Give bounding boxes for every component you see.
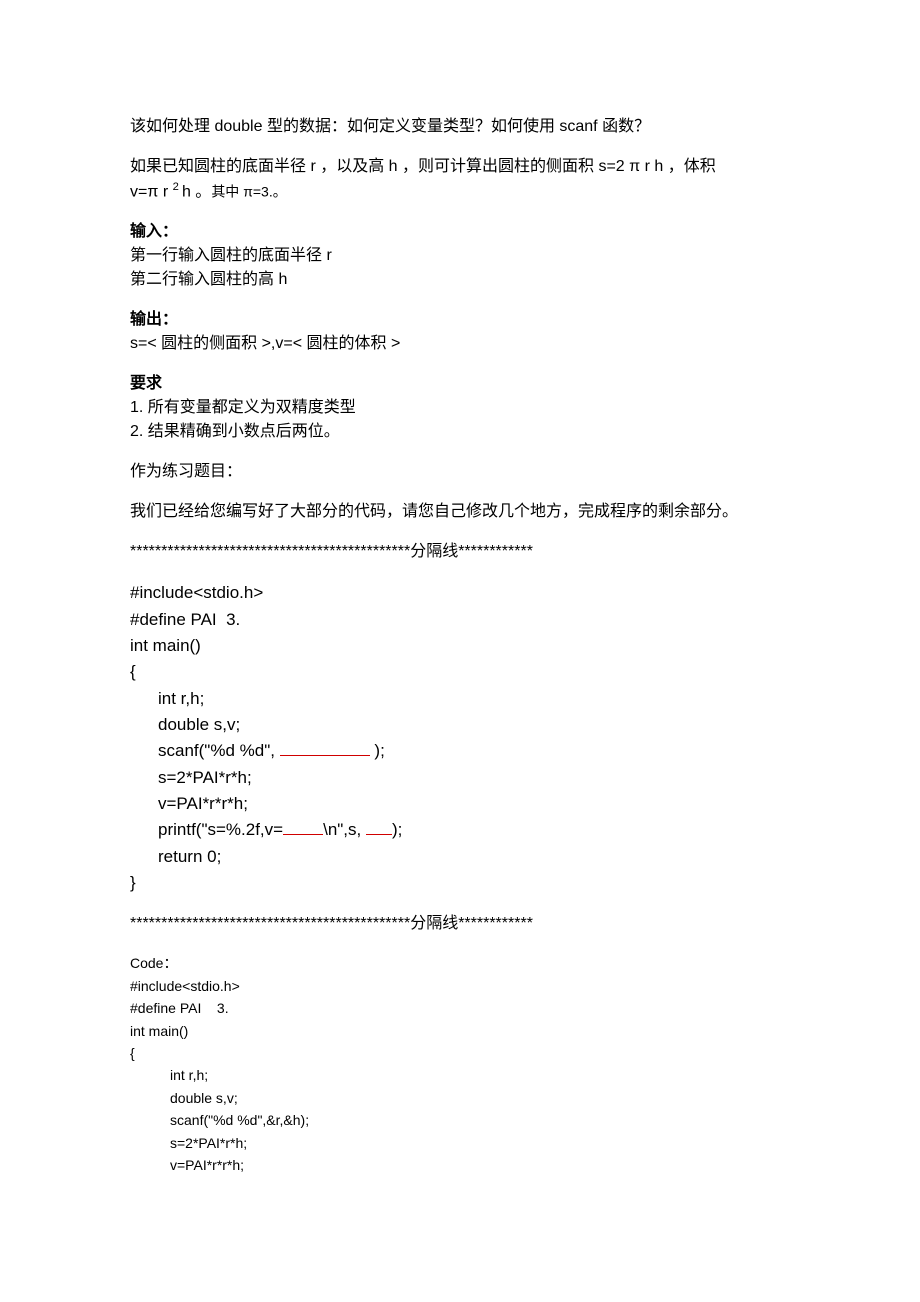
fill-blank	[280, 739, 370, 756]
code-line: #define PAI 3.	[130, 997, 820, 1019]
code-line: s=2*PAI*r*h;	[130, 1132, 820, 1154]
code-line: return 0;	[130, 844, 820, 870]
code-solution: Code： #include<stdio.h> #define PAI 3. i…	[130, 952, 820, 1176]
hint-text: 我们已经给您编写好了大部分的代码，请您自己修改几个地方，完成程序的剩余部分。	[130, 500, 820, 524]
code-line: }	[130, 870, 820, 896]
code-line: int main()	[130, 633, 820, 659]
code-line: #include<stdio.h>	[130, 580, 820, 606]
req-label: 要求	[130, 372, 820, 396]
output-section: 输出： s=< 圆柱的侧面积 >,v=< 圆柱的体积 >	[130, 308, 820, 356]
output-line1: s=< 圆柱的侧面积 >,v=< 圆柱的体积 >	[130, 332, 820, 356]
input-line1: 第一行输入圆柱的底面半径 r	[130, 244, 820, 268]
problem-line1: 如果已知圆柱的底面半径 r ，以及高 h ，则可计算出圆柱的侧面积 s=2 π …	[130, 155, 820, 179]
code-line: scanf("%d %d",&r,&h);	[130, 1109, 820, 1131]
formula-mid: h 。	[182, 183, 211, 200]
input-section: 输入： 第一行输入圆柱的底面半径 r 第二行输入圆柱的高 h	[130, 220, 820, 292]
code-line: v=PAI*r*r*h;	[130, 791, 820, 817]
code-line: scanf("%d %d", );	[130, 738, 820, 764]
input-line2: 第二行输入圆柱的高 h	[130, 268, 820, 292]
fill-blank	[366, 818, 392, 835]
code-text: printf("s=%.2f,v=	[158, 820, 283, 839]
input-label: 输入：	[130, 220, 820, 244]
code-text: );	[392, 820, 402, 839]
output-label: 输出：	[130, 308, 820, 332]
pi-note: 其中 π=3.。	[211, 183, 286, 199]
code-line: s=2*PAI*r*h;	[130, 765, 820, 791]
req-line2: 2. 结果精确到小数点后两位。	[130, 420, 820, 444]
code-template: #include<stdio.h> #define PAI 3. int mai…	[130, 580, 820, 896]
formula-pre: v=π r	[130, 183, 173, 200]
code-line: {	[130, 1042, 820, 1064]
code-line: int r,h;	[130, 686, 820, 712]
code-line: int r,h;	[130, 1064, 820, 1086]
code-text: scanf("%d %d",	[158, 741, 280, 760]
req-line1: 1. 所有变量都定义为双精度类型	[130, 396, 820, 420]
code-line: double s,v;	[130, 712, 820, 738]
code-line: printf("s=%.2f,v= \n",s, );	[130, 817, 820, 843]
code-line: v=PAI*r*r*h;	[130, 1154, 820, 1176]
code-line: double s,v;	[130, 1087, 820, 1109]
code-label: Code：	[130, 952, 820, 974]
problem-line2: v=π r 2 h 。其中 π=3.。	[130, 179, 820, 204]
requirements-section: 要求 1. 所有变量都定义为双精度类型 2. 结果精确到小数点后两位。	[130, 372, 820, 444]
code-line: #include<stdio.h>	[130, 975, 820, 997]
code-text: );	[370, 741, 385, 760]
divider-bottom: ****************************************…	[130, 912, 820, 936]
code-line: {	[130, 659, 820, 685]
fill-blank	[283, 818, 323, 835]
practice-label: 作为练习题目：	[130, 460, 820, 484]
code-line: #define PAI 3.	[130, 607, 820, 633]
code-text: \n",s,	[323, 820, 366, 839]
formula-sup: 2	[173, 181, 182, 193]
problem-statement: 如果已知圆柱的底面半径 r ，以及高 h ，则可计算出圆柱的侧面积 s=2 π …	[130, 155, 820, 204]
divider-top: ****************************************…	[130, 540, 820, 564]
intro-question: 该如何处理 double 型的数据：如何定义变量类型？如何使用 scanf 函数…	[130, 115, 820, 139]
code-line: int main()	[130, 1020, 820, 1042]
